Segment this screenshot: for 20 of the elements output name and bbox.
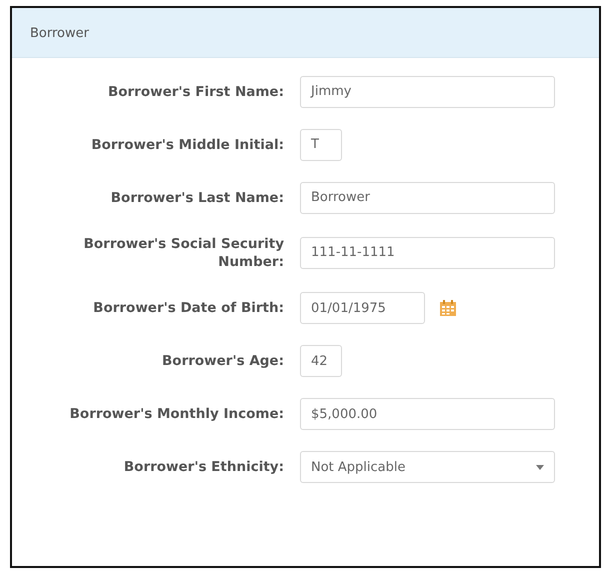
input-field[interactable]: 111-11-1111 xyxy=(300,237,555,270)
field-label: Borrower's Last Name: xyxy=(110,188,285,208)
field-label: Borrower's Age: xyxy=(161,352,285,371)
input-field[interactable]: 01/01/1975 xyxy=(300,292,425,324)
field-label: Borrower's Ethnicity: xyxy=(122,458,285,477)
select-field[interactable]: Not Applicable xyxy=(300,451,555,484)
field-label: Borrower's Monthly Income: xyxy=(68,405,285,424)
field-label: Borrower's Middle Initial: xyxy=(90,136,285,154)
input-field[interactable]: 42 xyxy=(300,345,342,378)
input-field[interactable]: Borrower xyxy=(300,182,555,214)
calendar-icon[interactable] xyxy=(439,299,457,318)
field-label: Borrower's Social Security Number: xyxy=(82,235,285,272)
field-label: Borrower's Date of Birth: xyxy=(92,299,285,318)
input-field[interactable]: Jimmy xyxy=(300,76,555,108)
input-field[interactable]: T xyxy=(300,129,342,161)
select-value: Not Applicable xyxy=(311,458,406,477)
input-field[interactable]: $5,000.00 xyxy=(300,398,555,430)
panel-header: Borrower xyxy=(12,8,599,58)
caret-icon xyxy=(536,464,544,470)
field-label: Borrower's First Name: xyxy=(106,82,285,102)
